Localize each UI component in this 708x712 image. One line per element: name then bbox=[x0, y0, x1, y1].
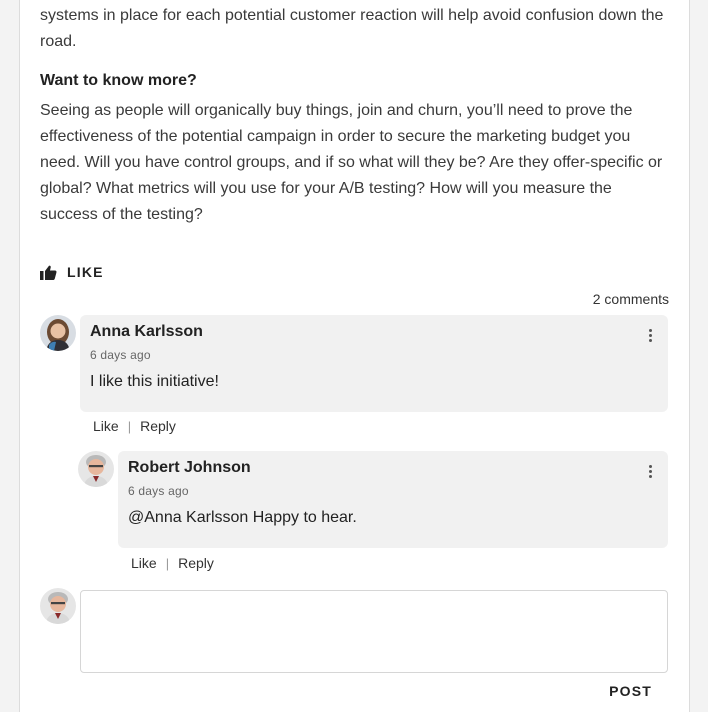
current-user-avatar bbox=[40, 588, 76, 624]
article-paragraph: systems in place for each potential cust… bbox=[40, 7, 664, 50]
comment-like-button[interactable]: Like bbox=[93, 418, 119, 434]
comment-text: @Anna Karlsson Happy to hear. bbox=[128, 509, 357, 526]
comment-author[interactable]: Robert Johnson bbox=[128, 459, 251, 477]
post-card: systems in place for each potential cust… bbox=[19, 0, 690, 712]
action-separator: | bbox=[165, 555, 170, 571]
section-heading: Want to know more? bbox=[40, 72, 197, 89]
comment-input[interactable] bbox=[80, 590, 668, 673]
thumbs-up-icon bbox=[40, 265, 57, 280]
like-button-label: LIKE bbox=[67, 264, 104, 280]
post-button[interactable]: POST bbox=[609, 683, 652, 699]
comment-count: 2 comments bbox=[592, 291, 669, 307]
more-options-icon[interactable] bbox=[644, 329, 656, 345]
like-button[interactable]: LIKE bbox=[40, 262, 104, 282]
comment-timestamp: 6 days ago bbox=[128, 484, 189, 498]
comment-like-button[interactable]: Like bbox=[131, 555, 157, 571]
comment-bubble: Robert Johnson 6 days ago @Anna Karlsson… bbox=[118, 451, 668, 548]
comment-timestamp: 6 days ago bbox=[90, 348, 151, 362]
comment-bubble: Anna Karlsson 6 days ago I like this ini… bbox=[80, 315, 668, 412]
comment-author[interactable]: Anna Karlsson bbox=[90, 323, 203, 341]
more-options-icon[interactable] bbox=[644, 465, 656, 481]
comment-actions: Like | Reply bbox=[131, 555, 214, 571]
avatar[interactable] bbox=[78, 451, 114, 487]
comment-text: I like this initiative! bbox=[90, 373, 219, 390]
comment-actions: Like | Reply bbox=[93, 418, 176, 434]
comment-reply-button[interactable]: Reply bbox=[178, 555, 214, 571]
avatar[interactable] bbox=[40, 315, 76, 351]
article-paragraph: Seeing as people will organically buy th… bbox=[40, 102, 663, 223]
action-separator: | bbox=[127, 418, 132, 434]
comment-reply-button[interactable]: Reply bbox=[140, 418, 176, 434]
